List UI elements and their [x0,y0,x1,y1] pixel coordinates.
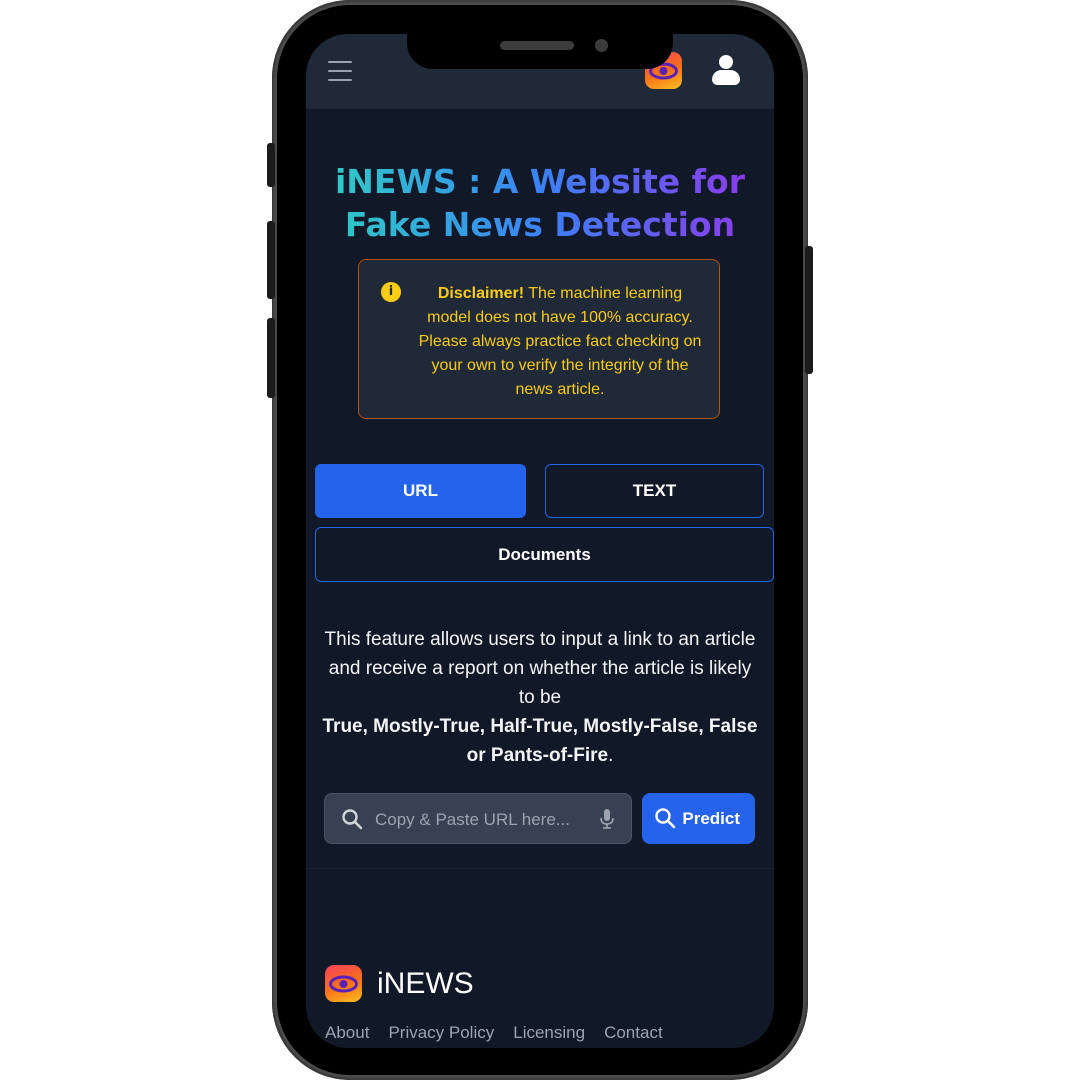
footer-links: About Privacy Policy Licensing Contact [325,1023,663,1043]
info-icon: i [381,282,401,302]
feature-description-text: This feature allows users to input a lin… [324,629,756,708]
page-title-line-1: iNEWS : A Website for [335,162,745,201]
search-icon [342,809,363,830]
tab-documents[interactable]: Documents [315,527,774,582]
feature-categories: True, Mostly-True, Half-True, Mostly-Fal… [322,716,758,766]
microphone-icon[interactable] [599,808,615,830]
phone-notch [407,32,673,69]
footer-link-licensing[interactable]: Licensing [513,1023,585,1043]
feature-description: This feature allows users to input a lin… [320,625,760,770]
search-icon [655,808,676,829]
footer-divider [306,868,774,869]
footer-brand[interactable]: iNEWS [377,967,474,1001]
footer-link-contact[interactable]: Contact [604,1023,663,1043]
predict-label: Predict [682,808,740,828]
disclaimer-text: Disclaimer! The machine learning model d… [415,282,705,402]
disclaimer-box: i Disclaimer! The machine learning model… [358,259,720,419]
phone-power-button [805,246,813,374]
hamburger-menu-icon[interactable] [328,61,352,81]
user-profile-icon[interactable] [710,53,742,89]
search-box [324,793,632,845]
phone-camera [595,39,608,52]
page-title-line-2: Fake News Detection [344,205,736,244]
phone-screen: iNEWS : A Website for Fake News Detectio… [306,34,774,1048]
eye-logo-icon[interactable] [325,965,362,1002]
feature-period: . [608,745,614,766]
phone-volume-up [267,221,275,299]
tab-url[interactable]: URL [315,464,526,518]
url-input[interactable] [373,794,587,845]
phone-mute-switch [267,143,275,187]
footer-link-privacy-policy[interactable]: Privacy Policy [388,1023,494,1043]
phone-speaker [500,41,574,50]
tab-text[interactable]: TEXT [545,464,764,518]
predict-button[interactable]: Predict [642,793,755,844]
footer-link-about[interactable]: About [325,1023,369,1043]
page-title: iNEWS : A Website for Fake News Detectio… [306,160,774,246]
phone-volume-down [267,318,275,398]
disclaimer-heading: Disclaimer! [437,285,525,302]
